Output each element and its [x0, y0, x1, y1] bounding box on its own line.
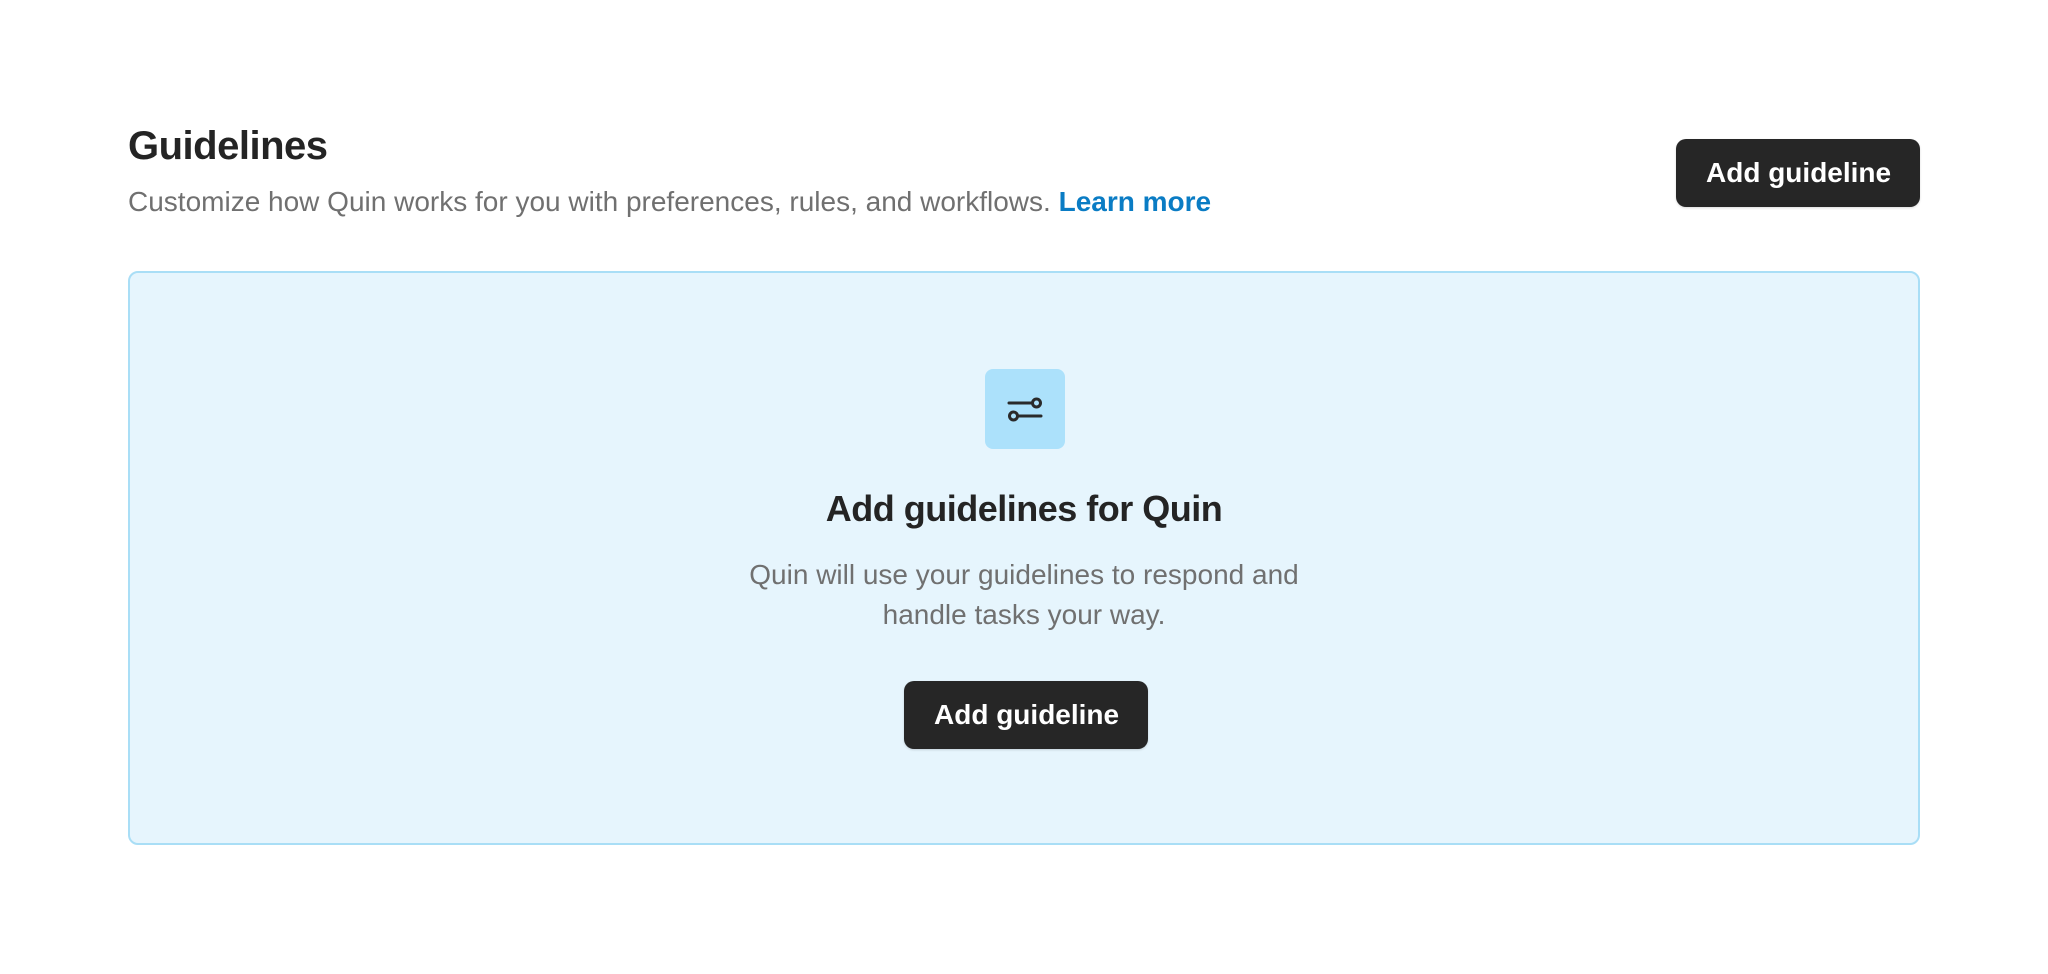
page-header: Guidelines Customize how Quin works for … [128, 118, 1920, 228]
empty-state-title: Add guidelines for Quin [825, 488, 1223, 529]
guidelines-page: Guidelines Customize how Quin works for … [0, 0, 2048, 974]
page-title: Guidelines [128, 124, 328, 168]
empty-state-panel: Add guidelines for Quin Quin will use yo… [128, 271, 1920, 845]
subtitle-text: Customize how Quin works for you with pr… [128, 186, 1051, 217]
sliders-icon [985, 369, 1065, 449]
empty-state-add-guideline-button[interactable]: Add guideline [904, 681, 1148, 749]
learn-more-link[interactable]: Learn more [1059, 186, 1212, 217]
empty-state-description: Quin will use your guidelines to respond… [749, 559, 1299, 630]
page-subtitle: Customize how Quin works for you with pr… [128, 182, 1211, 222]
add-guideline-button[interactable]: Add guideline [1676, 139, 1920, 207]
